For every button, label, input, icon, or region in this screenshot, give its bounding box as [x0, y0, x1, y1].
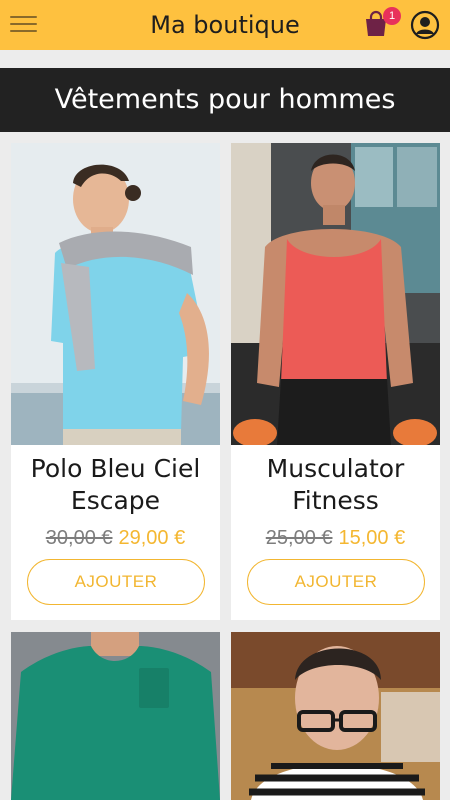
- product-name[interactable]: Musculator Fitness: [231, 453, 440, 517]
- sale-price: 15,00 €: [338, 527, 406, 549]
- add-to-cart-button[interactable]: AJOUTER: [247, 559, 425, 605]
- add-to-cart-button[interactable]: AJOUTER: [27, 559, 205, 605]
- product-name[interactable]: Polo Bleu Ciel Escape: [11, 453, 220, 517]
- product-card[interactable]: [231, 632, 440, 800]
- product-image[interactable]: [11, 143, 220, 445]
- product-price: 25,00 €15,00 €: [231, 527, 440, 550]
- category-title: Vêtements pour hommes: [54, 84, 396, 115]
- old-price: 25,00 €: [265, 527, 333, 549]
- product-card[interactable]: Polo Bleu Ciel Escape 30,00 €29,00 € AJO…: [11, 143, 220, 620]
- user-circle-icon[interactable]: [410, 10, 440, 40]
- product-image[interactable]: [11, 632, 220, 800]
- product-card[interactable]: Musculator Fitness 25,00 €15,00 € AJOUTE…: [231, 143, 440, 620]
- product-image[interactable]: [231, 143, 440, 445]
- category-banner: Vêtements pour hommes: [0, 68, 450, 132]
- product-price: 30,00 €29,00 €: [11, 527, 220, 550]
- cart-count-badge: 1: [383, 7, 401, 25]
- product-card[interactable]: [11, 632, 220, 800]
- product-image[interactable]: [231, 632, 440, 800]
- old-price: 30,00 €: [45, 527, 113, 549]
- app-bar: Ma boutique 1: [0, 0, 450, 50]
- sale-price: 29,00 €: [118, 527, 186, 549]
